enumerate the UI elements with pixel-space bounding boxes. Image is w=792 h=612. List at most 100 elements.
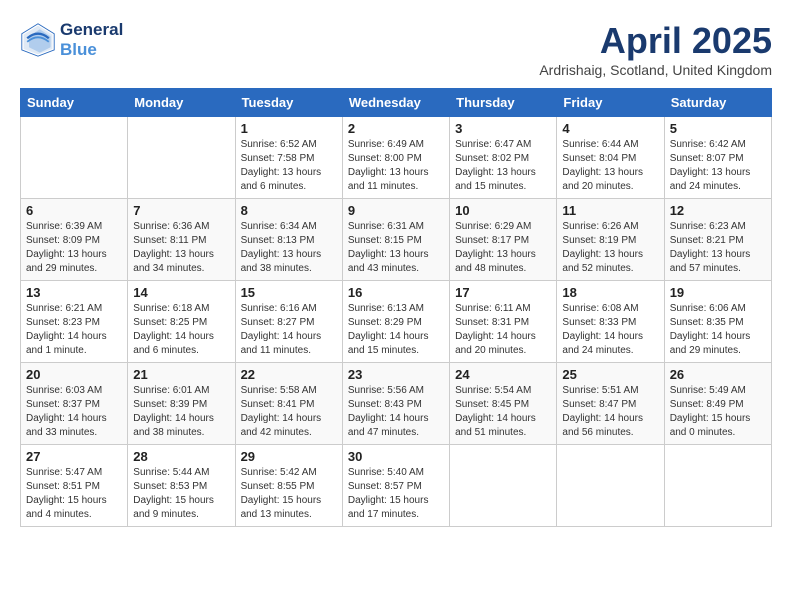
calendar-cell: 27Sunrise: 5:47 AM Sunset: 8:51 PM Dayli… bbox=[21, 445, 128, 527]
day-info: Sunrise: 6:21 AM Sunset: 8:23 PM Dayligh… bbox=[26, 302, 122, 358]
day-number: 26 bbox=[670, 367, 766, 382]
calendar-cell: 9 Sunrise: 6:31 AM Sunset: 8:15 PM Daylig… bbox=[342, 199, 449, 281]
day-info: Sunrise: 6:03 AM Sunset: 8:37 PM Dayligh… bbox=[26, 384, 122, 440]
day-info: Sunrise: 6:01 AM Sunset: 8:39 PM Dayligh… bbox=[133, 384, 229, 440]
calendar-cell: 3 Sunrise: 6:47 AM Sunset: 8:02 PM Daylig… bbox=[450, 117, 557, 199]
day-info: Sunrise: 5:54 AM Sunset: 8:45 PM Dayligh… bbox=[455, 384, 551, 440]
calendar-cell: 13 Sunrise: 6:21 AM Sunset: 8:23 PM Dayli… bbox=[21, 281, 128, 363]
calendar-cell: 20 Sunrise: 6:03 AM Sunset: 8:37 PM Dayli… bbox=[21, 363, 128, 445]
calendar-cell: 17 Sunrise: 6:11 AM Sunset: 8:31 PM Dayli… bbox=[450, 281, 557, 363]
day-info: Sunrise: 6:08 AM Sunset: 8:33 PM Dayligh… bbox=[562, 302, 658, 358]
day-number: 4 bbox=[562, 121, 658, 136]
calendar-cell bbox=[557, 445, 664, 527]
calendar-cell: 16Sunrise: 6:13 AM Sunset: 8:29 PM Dayli… bbox=[342, 281, 449, 363]
day-number: 10 bbox=[455, 203, 551, 218]
weekday-header: Tuesday bbox=[235, 89, 342, 117]
day-number: 28 bbox=[133, 449, 229, 464]
day-number: 3 bbox=[455, 121, 551, 136]
day-info: Sunrise: 5:49 AM Sunset: 8:49 PM Dayligh… bbox=[670, 384, 766, 440]
calendar-week-row: 20 Sunrise: 6:03 AM Sunset: 8:37 PM Dayli… bbox=[21, 363, 772, 445]
day-info: Sunrise: 6:39 AM Sunset: 8:09 PM Dayligh… bbox=[26, 220, 122, 276]
day-number: 20 bbox=[26, 367, 122, 382]
day-number: 8 bbox=[241, 203, 337, 218]
day-number: 15 bbox=[241, 285, 337, 300]
calendar-week-row: 1 Sunrise: 6:52 AM Sunset: 7:58 PM Daylig… bbox=[21, 117, 772, 199]
calendar-table: SundayMondayTuesdayWednesdayThursdayFrid… bbox=[20, 88, 772, 527]
calendar-cell: 10 Sunrise: 6:29 AM Sunset: 8:17 PM Dayli… bbox=[450, 199, 557, 281]
weekday-header: Wednesday bbox=[342, 89, 449, 117]
calendar-cell: 24 Sunrise: 5:54 AM Sunset: 8:45 PM Dayli… bbox=[450, 363, 557, 445]
day-number: 18 bbox=[562, 285, 658, 300]
day-info: Sunrise: 6:52 AM Sunset: 7:58 PM Dayligh… bbox=[241, 138, 337, 194]
day-info: Sunrise: 5:42 AM Sunset: 8:55 PM Dayligh… bbox=[241, 466, 337, 522]
day-info: Sunrise: 6:16 AM Sunset: 8:27 PM Dayligh… bbox=[241, 302, 337, 358]
day-info: Sunrise: 5:40 AM Sunset: 8:57 PM Dayligh… bbox=[348, 466, 444, 522]
calendar-cell: 14Sunrise: 6:18 AM Sunset: 8:25 PM Dayli… bbox=[128, 281, 235, 363]
calendar-cell: 4 Sunrise: 6:44 AM Sunset: 8:04 PM Daylig… bbox=[557, 117, 664, 199]
day-number: 23 bbox=[348, 367, 444, 382]
logo-icon bbox=[20, 22, 56, 58]
month-title: April 2025 bbox=[539, 20, 772, 62]
day-number: 5 bbox=[670, 121, 766, 136]
day-info: Sunrise: 6:11 AM Sunset: 8:31 PM Dayligh… bbox=[455, 302, 551, 358]
day-number: 12 bbox=[670, 203, 766, 218]
day-info: Sunrise: 5:58 AM Sunset: 8:41 PM Dayligh… bbox=[241, 384, 337, 440]
calendar-cell: 12Sunrise: 6:23 AM Sunset: 8:21 PM Dayli… bbox=[664, 199, 771, 281]
calendar-cell: 21 Sunrise: 6:01 AM Sunset: 8:39 PM Dayli… bbox=[128, 363, 235, 445]
weekday-header: Monday bbox=[128, 89, 235, 117]
calendar-cell: 28 Sunrise: 5:44 AM Sunset: 8:53 PM Dayli… bbox=[128, 445, 235, 527]
logo: General Blue bbox=[20, 20, 123, 60]
day-number: 21 bbox=[133, 367, 229, 382]
calendar-cell: 11 Sunrise: 6:26 AM Sunset: 8:19 PM Dayli… bbox=[557, 199, 664, 281]
location: Ardrishaig, Scotland, United Kingdom bbox=[539, 62, 772, 78]
day-info: Sunrise: 6:29 AM Sunset: 8:17 PM Dayligh… bbox=[455, 220, 551, 276]
day-info: Sunrise: 6:26 AM Sunset: 8:19 PM Dayligh… bbox=[562, 220, 658, 276]
day-info: Sunrise: 5:51 AM Sunset: 8:47 PM Dayligh… bbox=[562, 384, 658, 440]
calendar-cell bbox=[664, 445, 771, 527]
calendar-cell: 26 Sunrise: 5:49 AM Sunset: 8:49 PM Dayli… bbox=[664, 363, 771, 445]
day-number: 2 bbox=[348, 121, 444, 136]
calendar-cell bbox=[21, 117, 128, 199]
calendar-cell: 6Sunrise: 6:39 AM Sunset: 8:09 PM Daylig… bbox=[21, 199, 128, 281]
weekday-header: Saturday bbox=[664, 89, 771, 117]
calendar-cell: 25Sunrise: 5:51 AM Sunset: 8:47 PM Dayli… bbox=[557, 363, 664, 445]
day-number: 24 bbox=[455, 367, 551, 382]
calendar-week-row: 6Sunrise: 6:39 AM Sunset: 8:09 PM Daylig… bbox=[21, 199, 772, 281]
day-number: 30 bbox=[348, 449, 444, 464]
day-info: Sunrise: 6:34 AM Sunset: 8:13 PM Dayligh… bbox=[241, 220, 337, 276]
day-number: 11 bbox=[562, 203, 658, 218]
day-info: Sunrise: 6:36 AM Sunset: 8:11 PM Dayligh… bbox=[133, 220, 229, 276]
calendar-cell bbox=[128, 117, 235, 199]
day-number: 14 bbox=[133, 285, 229, 300]
calendar-cell: 18 Sunrise: 6:08 AM Sunset: 8:33 PM Dayli… bbox=[557, 281, 664, 363]
day-number: 16 bbox=[348, 285, 444, 300]
day-info: Sunrise: 5:44 AM Sunset: 8:53 PM Dayligh… bbox=[133, 466, 229, 522]
day-info: Sunrise: 5:47 AM Sunset: 8:51 PM Dayligh… bbox=[26, 466, 122, 522]
calendar-cell: 15 Sunrise: 6:16 AM Sunset: 8:27 PM Dayli… bbox=[235, 281, 342, 363]
day-number: 17 bbox=[455, 285, 551, 300]
day-number: 9 bbox=[348, 203, 444, 218]
day-info: Sunrise: 6:42 AM Sunset: 8:07 PM Dayligh… bbox=[670, 138, 766, 194]
day-info: Sunrise: 6:47 AM Sunset: 8:02 PM Dayligh… bbox=[455, 138, 551, 194]
day-number: 19 bbox=[670, 285, 766, 300]
calendar-cell: 2Sunrise: 6:49 AM Sunset: 8:00 PM Daylig… bbox=[342, 117, 449, 199]
day-number: 13 bbox=[26, 285, 122, 300]
day-info: Sunrise: 5:56 AM Sunset: 8:43 PM Dayligh… bbox=[348, 384, 444, 440]
calendar-cell: 8 Sunrise: 6:34 AM Sunset: 8:13 PM Daylig… bbox=[235, 199, 342, 281]
calendar-cell bbox=[450, 445, 557, 527]
calendar-cell: 30 Sunrise: 5:40 AM Sunset: 8:57 PM Dayli… bbox=[342, 445, 449, 527]
page-header: General Blue April 2025 Ardrishaig, Scot… bbox=[20, 20, 772, 78]
day-number: 22 bbox=[241, 367, 337, 382]
calendar-cell: 19Sunrise: 6:06 AM Sunset: 8:35 PM Dayli… bbox=[664, 281, 771, 363]
day-number: 1 bbox=[241, 121, 337, 136]
calendar-week-row: 13 Sunrise: 6:21 AM Sunset: 8:23 PM Dayli… bbox=[21, 281, 772, 363]
calendar-header-row: SundayMondayTuesdayWednesdayThursdayFrid… bbox=[21, 89, 772, 117]
day-info: Sunrise: 6:44 AM Sunset: 8:04 PM Dayligh… bbox=[562, 138, 658, 194]
calendar-cell: 22 Sunrise: 5:58 AM Sunset: 8:41 PM Dayli… bbox=[235, 363, 342, 445]
day-info: Sunrise: 6:31 AM Sunset: 8:15 PM Dayligh… bbox=[348, 220, 444, 276]
calendar-cell: 1 Sunrise: 6:52 AM Sunset: 7:58 PM Daylig… bbox=[235, 117, 342, 199]
logo-text: General Blue bbox=[60, 20, 123, 60]
weekday-header: Thursday bbox=[450, 89, 557, 117]
title-block: April 2025 Ardrishaig, Scotland, United … bbox=[539, 20, 772, 78]
calendar-cell: 7Sunrise: 6:36 AM Sunset: 8:11 PM Daylig… bbox=[128, 199, 235, 281]
